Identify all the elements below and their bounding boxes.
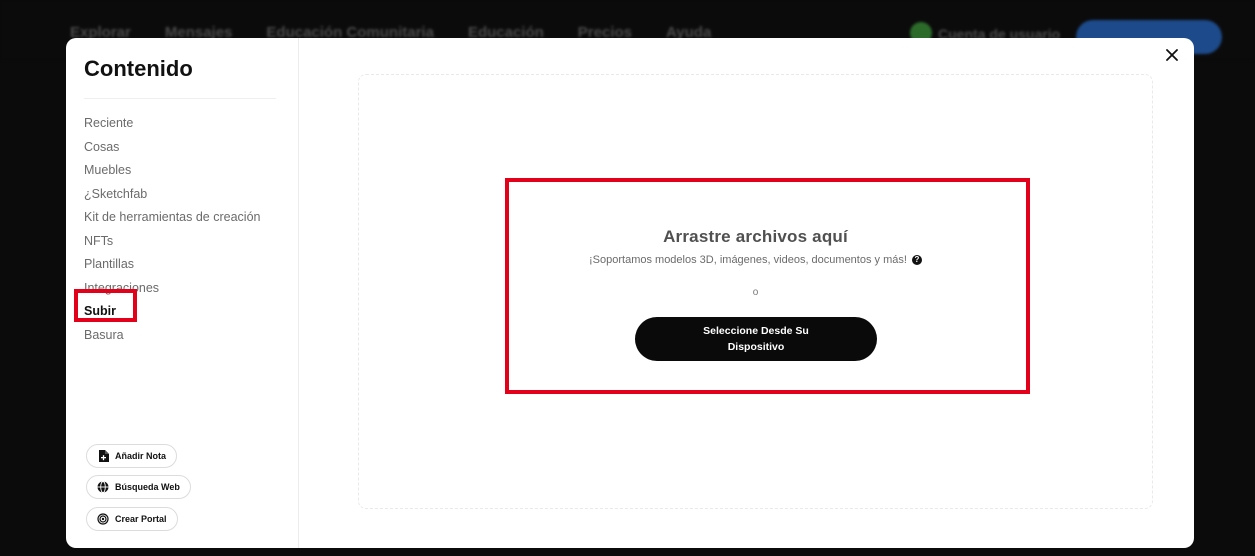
content-modal: Contenido Reciente Cosas Muebles ¿Sketch… bbox=[66, 38, 1194, 548]
portal-icon bbox=[97, 513, 109, 525]
create-portal-button[interactable]: Crear Portal bbox=[86, 507, 178, 531]
note-icon bbox=[97, 450, 109, 462]
web-search-label: Búsqueda Web bbox=[115, 482, 180, 492]
sidebar-item-basura[interactable]: Basura bbox=[84, 324, 260, 348]
sidebar-item-nfts[interactable]: NFTs bbox=[84, 230, 260, 254]
sidebar-title: Contenido bbox=[84, 56, 193, 81]
help-icon[interactable]: ? bbox=[912, 255, 922, 266]
subir-highlight-box bbox=[74, 289, 137, 322]
dropzone-subtitle: ¡Soportamos modelos 3D, imágenes, videos… bbox=[358, 254, 1153, 266]
dropzone-title: Arrastre archivos aquí bbox=[663, 227, 848, 246]
sidebar-item-sketchfab[interactable]: ¿Sketchfab bbox=[84, 183, 260, 207]
sidebar-item-muebles[interactable]: Muebles bbox=[84, 159, 260, 183]
web-search-button[interactable]: Búsqueda Web bbox=[86, 475, 191, 499]
sidebar-divider bbox=[84, 98, 276, 99]
close-button[interactable] bbox=[1162, 47, 1182, 67]
add-note-label: Añadir Nota bbox=[115, 451, 167, 461]
dropzone-or-separator: o bbox=[752, 287, 759, 298]
globe-icon bbox=[97, 481, 109, 493]
sidebar-item-kit-herramientas[interactable]: Kit de herramientas de creación bbox=[84, 206, 260, 230]
content-sidebar: Contenido Reciente Cosas Muebles ¿Sketch… bbox=[66, 38, 299, 548]
select-from-device-button[interactable]: Seleccione Desde Su Dispositivo bbox=[635, 317, 877, 361]
sidebar-item-plantillas[interactable]: Plantillas bbox=[84, 253, 260, 277]
create-portal-label: Crear Portal bbox=[115, 514, 167, 524]
close-icon bbox=[1166, 48, 1178, 66]
dropzone-highlight-box bbox=[505, 178, 1030, 394]
dropzone-subtitle-text: ¡Soportamos modelos 3D, imágenes, videos… bbox=[589, 254, 907, 266]
sidebar-item-reciente[interactable]: Reciente bbox=[84, 112, 260, 136]
sidebar-item-cosas[interactable]: Cosas bbox=[84, 136, 260, 160]
add-note-button[interactable]: Añadir Nota bbox=[86, 444, 178, 468]
